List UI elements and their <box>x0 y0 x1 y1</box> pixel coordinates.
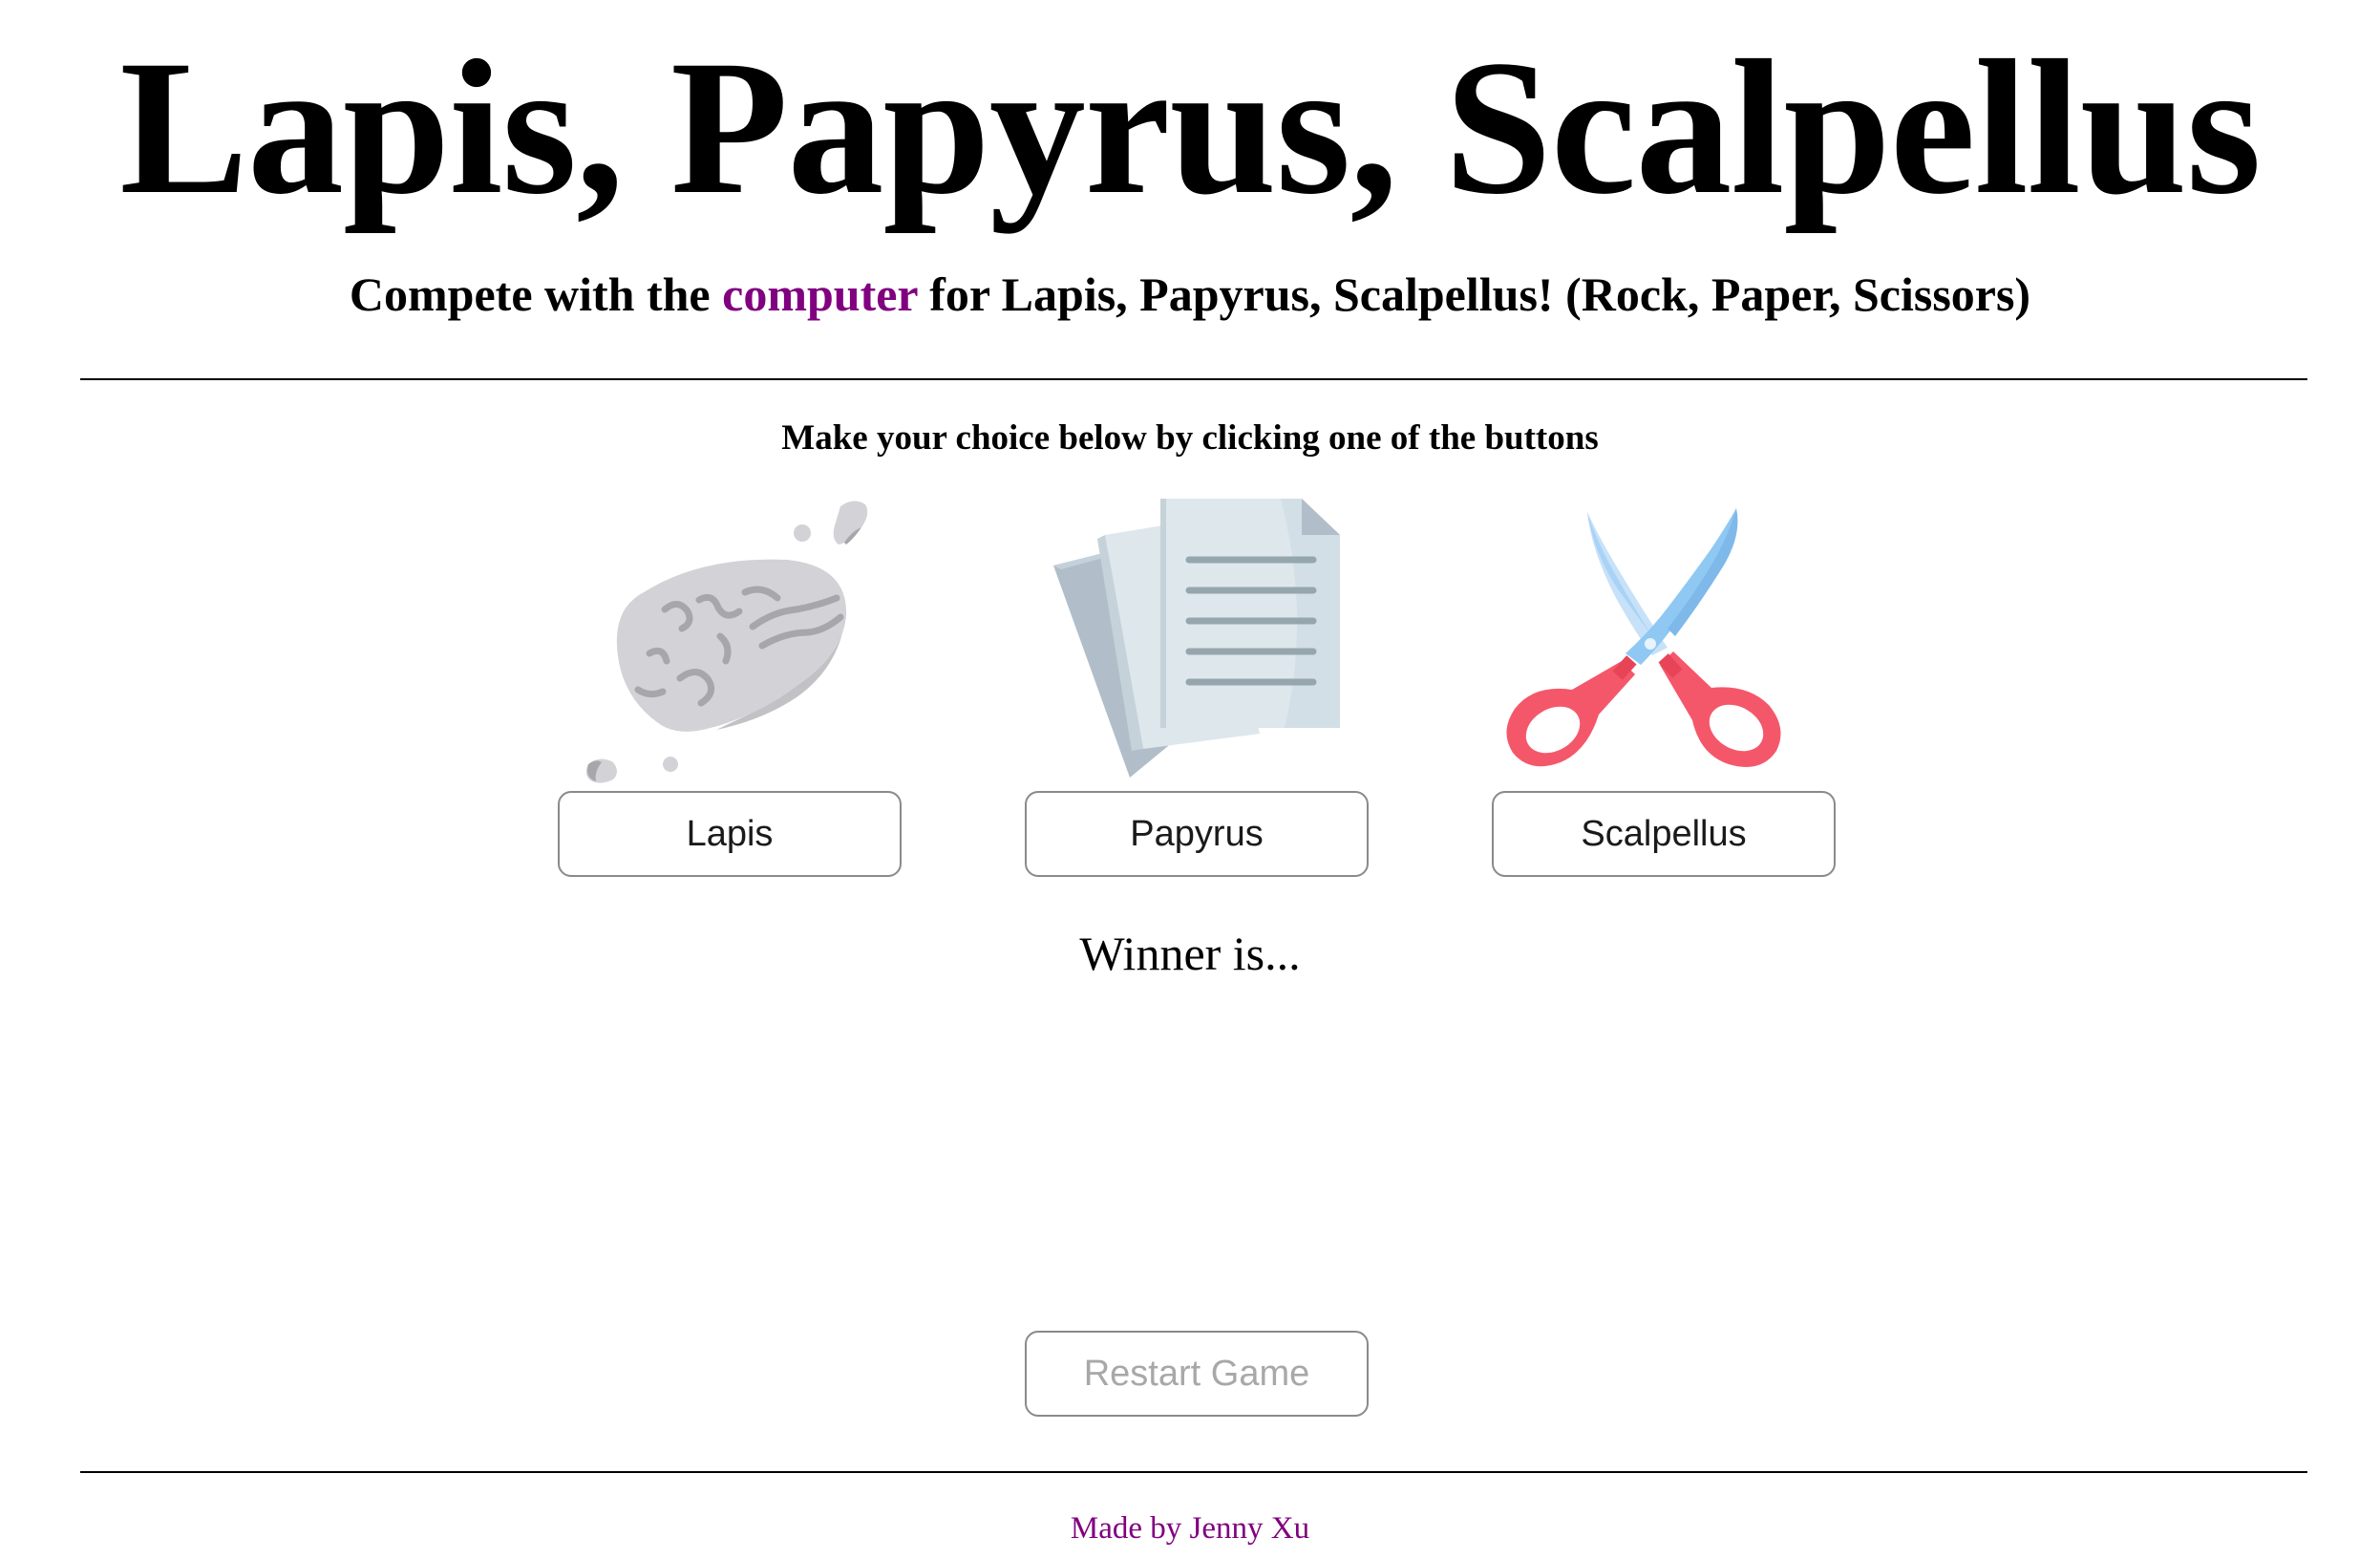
scalpellus-button[interactable]: Scalpellus <box>1492 791 1836 877</box>
computer-link[interactable]: computer <box>722 267 918 321</box>
page: Lapis, Papyrus, Scalpellus Compete with … <box>0 0 2380 1559</box>
scissors-icon <box>1506 508 1781 767</box>
top-divider <box>80 378 2307 380</box>
subtitle-text-before: Compete with the <box>349 267 723 321</box>
page-title: Lapis, Papyrus, Scalpellus <box>119 20 2261 234</box>
papyrus-button[interactable]: Papyrus <box>1025 791 1369 877</box>
paper-icon <box>1053 499 1340 778</box>
subtitle: Compete with the computer for Lapis, Pap… <box>0 266 2380 323</box>
footer: Made by Jenny Xu <box>0 1509 2380 1548</box>
restart-game-button[interactable]: Restart Game <box>1025 1331 1369 1417</box>
author-credit-link[interactable]: Made by Jenny Xu <box>1071 1511 1309 1546</box>
bottom-divider <box>80 1471 2307 1473</box>
lapis-button[interactable]: Lapis <box>558 791 902 877</box>
rock-icon <box>585 501 868 783</box>
subtitle-text-after: for Lapis, Papyrus, Scalpellus! (Rock, P… <box>917 267 2031 321</box>
winner-text: Winner is... <box>1079 927 1301 980</box>
instructions: Make your choice below by clicking one o… <box>781 418 1599 458</box>
